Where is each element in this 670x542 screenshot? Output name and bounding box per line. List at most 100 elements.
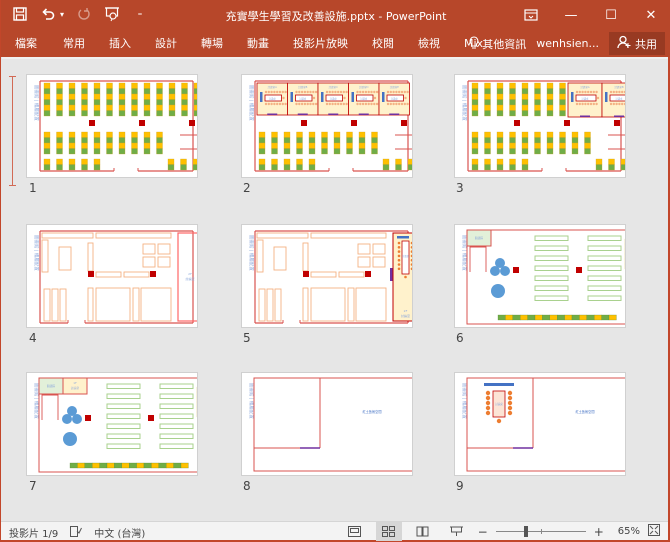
maximize-button[interactable]: ☐ xyxy=(591,0,631,30)
seat xyxy=(484,164,491,171)
shelf xyxy=(95,271,122,278)
seat xyxy=(521,164,529,171)
fit-slide-icon[interactable] xyxy=(648,524,660,539)
seat xyxy=(471,110,479,117)
chair xyxy=(312,90,315,94)
slide-number: 1 xyxy=(29,181,37,195)
normal-view-icon[interactable] xyxy=(342,522,368,541)
language-indicator[interactable]: 中文 (台灣) xyxy=(94,525,145,540)
seat xyxy=(471,164,479,171)
chair xyxy=(367,102,370,106)
table-label: 討論桌 xyxy=(299,97,307,101)
chair xyxy=(389,90,392,94)
seat xyxy=(81,88,88,95)
tab-file[interactable]: 檔案 xyxy=(1,30,51,57)
tab-home[interactable]: 常用 xyxy=(51,30,97,57)
tab-design[interactable]: 設計 xyxy=(143,30,189,57)
seat xyxy=(333,148,341,155)
chair xyxy=(295,102,298,106)
tab-review[interactable]: 校閱 xyxy=(360,30,406,57)
slideshow-view-icon[interactable] xyxy=(444,522,470,541)
slide-sorter-view-icon[interactable] xyxy=(375,522,402,541)
seat xyxy=(93,148,101,155)
tab-slideshow[interactable]: 投影片放映 xyxy=(281,30,360,57)
table-label: 討論桌 xyxy=(391,97,399,101)
chair xyxy=(615,90,618,94)
slide-thumbnail-8[interactable]: 圖書館 | 樓層配置 紅土藝術空間 xyxy=(241,372,413,476)
seat xyxy=(68,93,76,100)
room-label: 討論室E xyxy=(390,85,400,89)
chair xyxy=(397,254,401,258)
share-button[interactable]: 共用 xyxy=(609,32,665,55)
whiteboard xyxy=(397,236,409,239)
door xyxy=(390,268,393,281)
chair xyxy=(306,90,309,94)
seat xyxy=(166,462,174,469)
slide-thumbnail-6[interactable]: 圖書館 | 樓層配置 閱讀區 xyxy=(454,224,626,328)
slide-thumbnail-2[interactable]: 圖書館 | 樓層配置 討論室A 討論桌 討論室B 討論桌 討論室C 討論桌 討論室D 討論桌 討論… xyxy=(241,74,413,178)
tell-me-button[interactable]: 其他資訊 xyxy=(469,35,526,52)
zoom-slider-handle[interactable] xyxy=(523,526,528,537)
seat xyxy=(43,93,51,100)
slide-thumbnail-1[interactable]: 圖書館 | 樓層配置 xyxy=(26,74,198,178)
accessibility-check-icon[interactable] xyxy=(70,525,83,540)
seat xyxy=(505,314,513,321)
seat xyxy=(43,131,51,138)
seat xyxy=(156,131,163,138)
zoom-in-button[interactable]: + xyxy=(594,525,604,539)
pillar xyxy=(514,120,520,126)
seat xyxy=(395,164,402,171)
seat xyxy=(546,93,554,100)
shelf xyxy=(310,232,387,239)
slide-side-label: 圖書館 | 樓層配置 xyxy=(461,85,468,121)
room-label: 閱讀區 xyxy=(475,236,484,240)
bookshelf xyxy=(587,285,622,291)
tab-insert[interactable]: 插入 xyxy=(97,30,143,57)
seat xyxy=(106,93,113,100)
user-account[interactable]: wenhsien... xyxy=(536,37,599,50)
seat xyxy=(258,164,266,171)
slide-thumbnail-3[interactable]: 圖書館 | 樓層配置 討論室A 討論桌 討論室B 討論桌 xyxy=(454,74,626,178)
zoom-out-button[interactable]: − xyxy=(478,525,488,539)
bookshelf xyxy=(159,383,194,389)
seat xyxy=(143,462,152,469)
chair xyxy=(359,90,362,94)
partition xyxy=(41,394,59,420)
reading-view-icon[interactable] xyxy=(410,522,436,541)
chair xyxy=(587,102,590,106)
seat xyxy=(579,314,587,321)
seat xyxy=(106,82,113,89)
seat xyxy=(93,99,101,106)
slide-thumbnail-9[interactable]: 圖書館 | 樓層配置 紅土藝術空間 討論桌 xyxy=(454,372,626,476)
tab-transitions[interactable]: 轉場 xyxy=(189,30,235,57)
chair xyxy=(339,102,343,106)
slide-thumbnail-7[interactable]: 圖書館 | 樓層配置 閱讀區 1F 討論室 xyxy=(26,372,198,476)
room-label: 討論室A xyxy=(580,85,590,89)
seat xyxy=(192,164,197,171)
seat xyxy=(106,142,113,149)
seat xyxy=(156,99,163,106)
seat xyxy=(68,158,76,165)
bookshelf xyxy=(534,265,569,271)
zoom-level[interactable]: 65% xyxy=(618,526,640,537)
seat xyxy=(106,462,115,469)
tab-animations[interactable]: 動畫 xyxy=(235,30,281,57)
minimize-button[interactable]: — xyxy=(551,0,591,30)
seat xyxy=(81,82,88,89)
slide-thumbnail-4[interactable]: 圖書館 | 樓層配置 2F 討論室 xyxy=(26,224,198,328)
ribbon-display-options-icon[interactable] xyxy=(511,0,551,30)
seat xyxy=(509,104,516,111)
chair xyxy=(389,102,392,106)
seat xyxy=(496,164,504,171)
close-button[interactable]: ✕ xyxy=(631,0,670,30)
person-add-icon xyxy=(617,35,631,52)
chair xyxy=(328,102,331,106)
pillar xyxy=(301,120,307,126)
seat xyxy=(382,164,390,171)
seat xyxy=(471,137,479,144)
zoom-slider[interactable] xyxy=(495,522,586,541)
tab-view[interactable]: 檢視 xyxy=(406,30,452,57)
chair xyxy=(397,263,401,266)
table xyxy=(372,256,386,268)
slide-thumbnail-5[interactable]: 圖書館 | 樓層配置 討論桌 2F 討論室 xyxy=(241,224,413,328)
